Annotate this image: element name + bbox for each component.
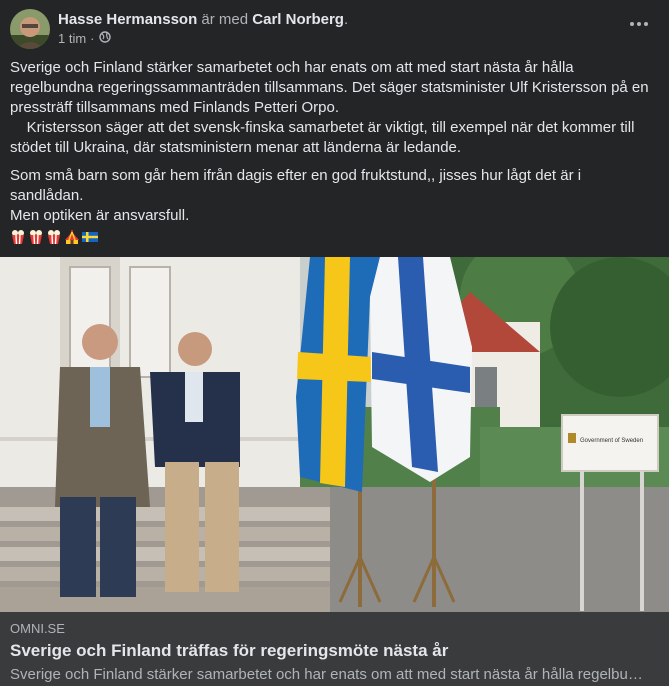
author-name[interactable]: Hasse Hermansson [58, 11, 197, 28]
popcorn-icon [28, 229, 44, 245]
sweden-flag-icon [82, 229, 98, 245]
with-text: är med [197, 11, 253, 28]
post-text: Sverige och Finland stärker samarbetet o… [10, 58, 658, 245]
photo-sign-text: Government of Sweden [580, 438, 643, 444]
popcorn-icon [10, 229, 26, 245]
meta-separator: · [90, 31, 95, 46]
post-photo[interactable]: Government of Sweden [0, 257, 669, 612]
post-paragraph: Som små barn som går hem ifrån dagis eft… [10, 167, 582, 204]
post-paragraph: Kristersson säger att det svensk-finska … [10, 119, 639, 156]
author-block: Hasse Hermansson är med Carl Norberg. 1 … [58, 10, 348, 46]
post-meta: 1 tim · [58, 31, 348, 46]
emoji-row [10, 229, 658, 245]
post-paragraph: Men optiken är ansvarsfull. [10, 207, 190, 224]
popcorn-icon [46, 229, 62, 245]
tagged-name[interactable]: Carl Norberg [252, 11, 344, 28]
link-preview[interactable]: OMNI.SE Sverige och Finland träffas för … [0, 612, 669, 686]
author-line: Hasse Hermansson är med Carl Norberg. [58, 10, 348, 29]
link-domain: OMNI.SE [10, 621, 65, 636]
post-time[interactable]: 1 tim [58, 31, 86, 46]
globe-icon[interactable] [98, 31, 111, 46]
post-header: Hasse Hermansson är med Carl Norberg. 1 … [10, 9, 348, 49]
feed-post: Hasse Hermansson är med Carl Norberg. 1 … [0, 0, 669, 686]
link-description: Sverige och Finland stärker samarbetet o… [10, 666, 650, 683]
tagged-suffix: . [343, 11, 349, 28]
more-options-icon[interactable] [627, 12, 651, 36]
avatar[interactable] [10, 9, 50, 49]
circus-tent-icon [64, 229, 80, 245]
link-title[interactable]: Sverige och Finland träffas för regering… [10, 641, 448, 661]
post-paragraph: Sverige och Finland stärker samarbetet o… [10, 59, 649, 116]
